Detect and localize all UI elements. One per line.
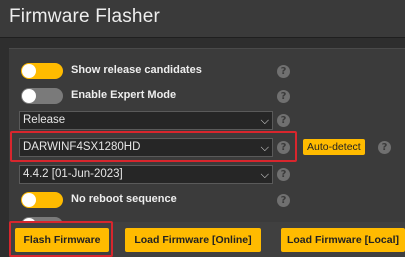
expert-mode-label: Enable Expert Mode (71, 89, 177, 101)
auto-detect-button[interactable]: Auto-detect (303, 139, 365, 155)
no-reboot-toggle[interactable] (21, 192, 63, 208)
no-reboot-row: No reboot sequence ? (9, 190, 405, 210)
board-highlight-box (10, 131, 297, 162)
help-icon[interactable]: ? (277, 168, 290, 181)
toggle-knob (22, 64, 36, 78)
help-icon[interactable]: ? (378, 141, 391, 154)
chevron-down-icon: ⌵ (260, 168, 269, 181)
help-icon[interactable]: ? (277, 194, 290, 207)
build-type-select[interactable]: Release ⌵ (19, 111, 273, 130)
expert-mode-toggle[interactable] (21, 88, 63, 104)
release-candidates-label: Show release candidates (71, 64, 202, 76)
flash-button-highlight-box (9, 221, 113, 257)
expert-mode-row: Enable Expert Mode ? (9, 86, 405, 106)
version-select[interactable]: 4.4.2 [01-Jun-2023] ⌵ (19, 165, 273, 184)
chevron-down-icon: ⌵ (260, 114, 269, 127)
title-bar: Firmware Flasher (0, 0, 405, 38)
load-firmware-online-button[interactable]: Load Firmware [Online] (125, 228, 261, 252)
help-icon[interactable]: ? (277, 90, 290, 103)
help-icon[interactable]: ? (277, 65, 290, 78)
load-firmware-local-button[interactable]: Load Firmware [Local] (281, 228, 405, 252)
help-icon[interactable]: ? (277, 114, 290, 127)
release-candidates-row: Show release candidates ? (9, 61, 405, 81)
version-value: 4.4.2 [01-Jun-2023] (23, 168, 123, 180)
firmware-flasher-app: Firmware Flasher Show release candidates… (0, 0, 405, 257)
release-candidates-toggle[interactable] (21, 63, 63, 79)
page-title: Firmware Flasher (9, 6, 160, 27)
no-reboot-label: No reboot sequence (71, 193, 177, 205)
toggle-knob (22, 89, 36, 103)
build-type-value: Release (23, 114, 66, 126)
toggle-knob (22, 193, 36, 207)
